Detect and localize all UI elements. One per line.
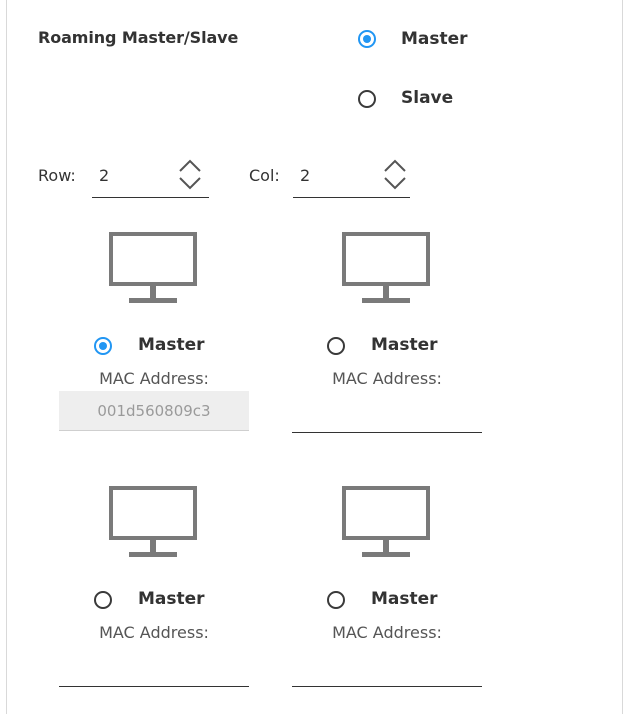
roaming-slave-label: Slave — [401, 88, 454, 108]
col-stepper[interactable]: 2 — [293, 156, 410, 198]
monitor-icon — [342, 486, 430, 558]
col-label: Col: — [249, 166, 280, 185]
row-decrement-icon[interactable] — [178, 176, 202, 190]
mac-address-label: MAC Address: — [332, 623, 442, 642]
row-label: Row: — [38, 166, 76, 185]
monitor-icon — [109, 486, 197, 558]
mac-address-field[interactable] — [292, 393, 482, 433]
display-master-label: Master — [138, 335, 205, 355]
mac-address-label: MAC Address: — [99, 369, 209, 388]
display-master-radio[interactable] — [94, 337, 112, 355]
roaming-master-option[interactable]: Master — [358, 29, 498, 51]
col-increment-icon[interactable] — [383, 159, 407, 173]
display-cell: Master MAC Address: — [292, 482, 482, 692]
row-underline — [92, 197, 209, 198]
display-cell: Master MAC Address: 001d560809c3 — [59, 228, 249, 438]
row-value: 2 — [99, 166, 110, 185]
display-cell: Master MAC Address: — [292, 228, 482, 438]
monitor-icon — [342, 232, 430, 304]
display-master-option[interactable]: Master — [94, 589, 234, 611]
mac-address-label: MAC Address: — [332, 369, 442, 388]
display-master-option[interactable]: Master — [94, 335, 234, 357]
display-master-option[interactable]: Master — [327, 589, 467, 611]
col-decrement-icon[interactable] — [383, 176, 407, 190]
display-master-radio[interactable] — [327, 591, 345, 609]
display-master-label: Master — [371, 335, 438, 355]
mac-address-field[interactable] — [59, 647, 249, 687]
display-master-radio[interactable] — [327, 337, 345, 355]
display-cell: Master MAC Address: — [59, 482, 249, 692]
roaming-title: Roaming Master/Slave — [38, 28, 239, 47]
monitor-icon — [109, 232, 197, 304]
col-value: 2 — [300, 166, 311, 185]
mac-address-label: MAC Address: — [99, 623, 209, 642]
mac-address-field[interactable]: 001d560809c3 — [59, 391, 249, 431]
roaming-master-radio[interactable] — [358, 30, 376, 48]
display-master-label: Master — [371, 589, 438, 609]
roaming-slave-option[interactable]: Slave — [358, 88, 498, 110]
row-increment-icon[interactable] — [178, 159, 202, 173]
row-stepper[interactable]: 2 — [92, 156, 209, 198]
col-underline — [293, 197, 410, 198]
roaming-master-label: Master — [401, 29, 468, 49]
mac-address-field[interactable] — [292, 647, 482, 687]
display-master-option[interactable]: Master — [327, 335, 467, 357]
display-master-radio[interactable] — [94, 591, 112, 609]
roaming-slave-radio[interactable] — [358, 90, 376, 108]
display-master-label: Master — [138, 589, 205, 609]
